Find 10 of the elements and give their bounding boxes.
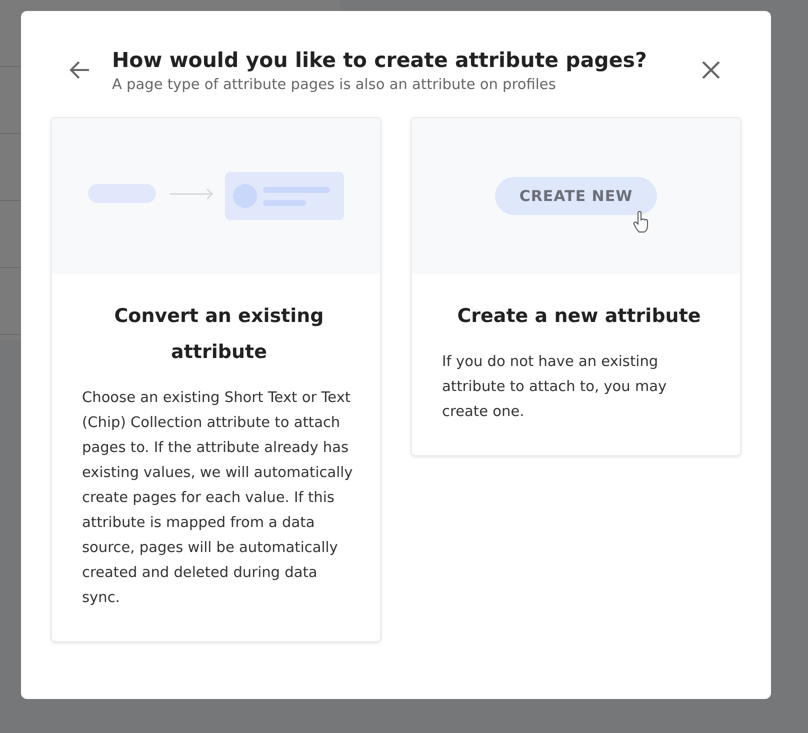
dialog-subtitle: A page type of attribute pages is also an attribute on profiles [112,77,557,93]
option-card[interactable] [51,117,381,642]
option-card[interactable]: CREATE NEW Create a new attribute If you do not have an existing attribute to attach to, you may create one. [411,117,741,456]
option-description: If you do not have an existing attribute to attach to, you may create one. [442,353,668,422]
option-title: Create a new attribute [457,304,701,329]
hand-pointer-icon [632,211,649,235]
close-icon[interactable] [701,60,721,80]
option-title: Convert an existing attribute [113,304,325,365]
dialog-title: How would you like to create attribute pages? [112,47,648,73]
option-description: Choose an existing Short Text or Text (Chip) Collection attribute to attach pages to. If the attribute already has existing values, we will automatically create pages for each value. If this attribute is mapped from a data source, pages will be automatically created and deleted during data sync. [82,389,354,608]
